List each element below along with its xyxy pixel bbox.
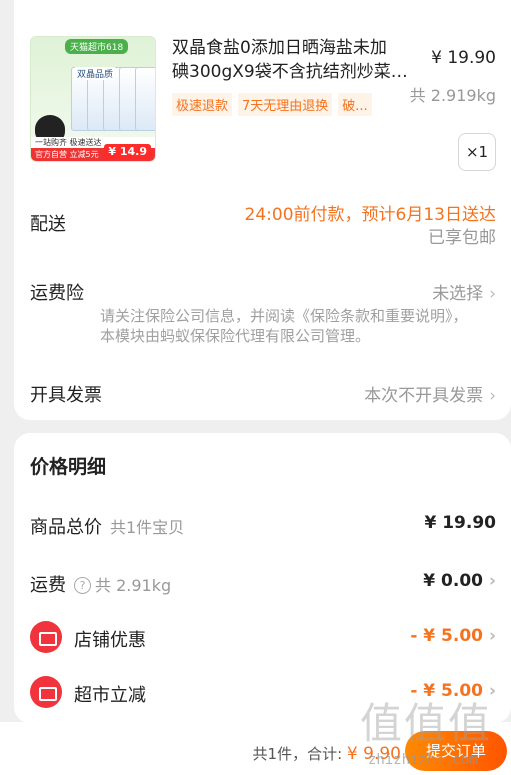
chevron-right-icon: ›: [488, 626, 496, 646]
tag-fast-refund: 极速退款: [172, 93, 233, 116]
shop-discount-selector[interactable]: - ¥ 5.00 ›: [410, 626, 496, 646]
shipping-value-selector[interactable]: ¥ 0.00 ›: [423, 571, 496, 591]
tag-more: 破...: [338, 93, 372, 116]
chevron-right-icon: ›: [489, 386, 496, 406]
shop-discount-value: - ¥ 5.00: [410, 626, 483, 646]
product-title-line1: 双晶食盐0添加日晒海盐未加: [172, 38, 387, 58]
product-title[interactable]: 双晶食盐0添加日晒海盐未加 碘300gX9袋不含抗结剂炒菜家用: [172, 36, 420, 84]
quantity-button[interactable]: ×1: [458, 133, 496, 171]
product-image[interactable]: 天猫超市618 双晶品质 一站购齐 极速送达 官方自营 立减5元 ¥ 14.9: [30, 36, 156, 162]
delivery-value: 24:00前付款，预计6月13日送达: [244, 205, 496, 225]
price-detail-title: 价格明细: [30, 456, 107, 478]
invoice-value: 本次不开具发票: [364, 386, 484, 406]
market-discount-label: 超市立减: [74, 685, 146, 706]
goods-total-row: 商品总价 共1件宝贝: [30, 513, 184, 539]
footer-total-label: 合计:: [307, 745, 347, 763]
shop-discount-label: 店铺优惠: [74, 630, 146, 651]
goods-total-label: 商品总价: [30, 517, 102, 538]
insurance-label: 运费险: [30, 283, 84, 304]
product-price: ¥ 19.90: [431, 48, 496, 68]
footer-count: 共1件，: [252, 745, 308, 763]
shop-coupon-icon: [30, 621, 62, 653]
invoice-selector[interactable]: 本次不开具发票 ›: [364, 381, 496, 406]
product-title-line2: 碘300gX9袋不含抗结剂炒菜家用: [172, 62, 420, 82]
chevron-right-icon: ›: [489, 284, 496, 304]
image-bag-label: 双晶品质: [75, 67, 116, 80]
shipping-label: 运费: [30, 575, 66, 596]
delivery-label: 配送: [30, 214, 66, 235]
goods-total-value: ¥ 19.90: [424, 513, 496, 533]
insurance-value: 未选择: [432, 284, 484, 304]
invoice-label: 开具发票: [30, 385, 102, 406]
watermark-url: zhizhizhi.com: [368, 752, 478, 768]
insurance-selector[interactable]: 未选择 ›: [432, 279, 496, 304]
shipping-value: ¥ 0.00: [423, 571, 483, 591]
image-price-tag: ¥ 14.9: [104, 144, 151, 159]
insurance-note: 请关注保险公司信息，并阅读《保险条款和重要说明》，本模块由蚂蚁保保险代理有限公司…: [100, 307, 468, 345]
watermark-logo: 值值值: [360, 699, 493, 748]
market-discount-icon: [30, 676, 62, 708]
help-icon[interactable]: ?: [74, 577, 91, 594]
product-weight: 共 2.919kg: [409, 86, 496, 105]
goods-total-sub: 共1件宝贝: [110, 518, 185, 537]
salt-bag-icon: [135, 67, 155, 131]
product-tags: 极速退款 7天无理由退换 破...: [172, 93, 372, 116]
shipping-sub: 共 2.91kg: [95, 576, 172, 595]
delivery-sub: 已享包邮: [428, 228, 496, 248]
shipping-row: 运费? 共 2.91kg: [30, 571, 171, 597]
chevron-right-icon: ›: [488, 571, 496, 591]
image-top-tag: 天猫超市618: [65, 39, 129, 54]
tag-7day-return: 7天无理由退换: [238, 93, 333, 116]
